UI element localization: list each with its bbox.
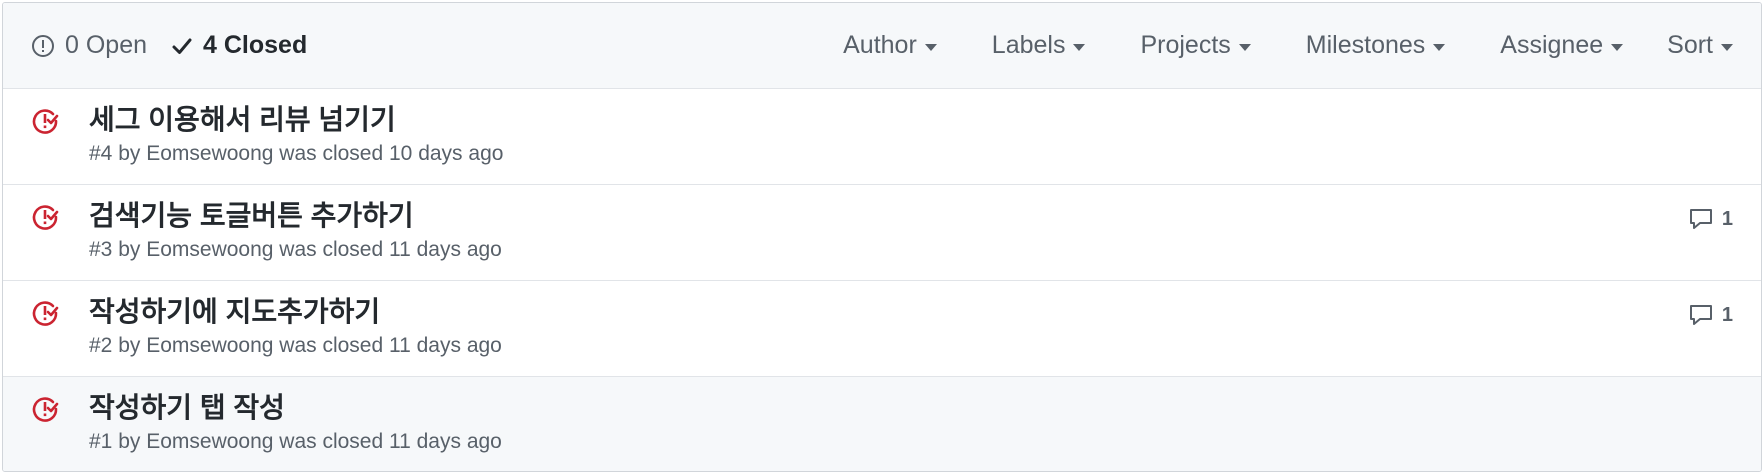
issue-closed-icon bbox=[32, 397, 59, 422]
filter-labels[interactable]: Labels bbox=[992, 31, 1086, 60]
issue-row: 작성하기에 지도추가하기 #2 by Eomsewoong was closed… bbox=[3, 281, 1761, 377]
issue-closed-icon bbox=[32, 301, 59, 326]
issue-body: 작성하기 탭 작성 #1 by Eomsewoong was closed 11… bbox=[89, 391, 502, 455]
caret-down-icon bbox=[1433, 43, 1446, 51]
comment-count: 1 bbox=[1721, 303, 1733, 326]
filter-bar: Author Labels Projects Milestones Assign… bbox=[843, 31, 1733, 60]
issue-body: 세그 이용해서 리뷰 넘기기 #4 by Eomsewoong was clos… bbox=[89, 103, 503, 167]
issue-closed-icon bbox=[32, 205, 59, 230]
issue-row: 세그 이용해서 리뷰 넘기기 #4 by Eomsewoong was clos… bbox=[3, 89, 1761, 185]
filter-milestones[interactable]: Milestones bbox=[1306, 31, 1446, 60]
state-toggle: 0 Open 4 Closed bbox=[31, 31, 307, 60]
issue-title-link[interactable]: 작성하기 탭 작성 bbox=[89, 391, 502, 425]
issue-meta: #1 by Eomsewoong was closed 11 days ago bbox=[89, 430, 502, 453]
filter-sort-label: Sort bbox=[1667, 31, 1713, 59]
filter-sort[interactable]: Sort bbox=[1667, 31, 1733, 60]
caret-down-icon bbox=[1721, 43, 1733, 51]
issue-opened-icon bbox=[32, 34, 54, 57]
open-issues-link[interactable]: 0 Open bbox=[31, 31, 147, 60]
filter-projects[interactable]: Projects bbox=[1140, 31, 1251, 60]
issue-row: 작성하기 탭 작성 #1 by Eomsewoong was closed 11… bbox=[3, 377, 1761, 471]
comment-count: 1 bbox=[1721, 207, 1733, 230]
closed-issues-link[interactable]: 4 Closed bbox=[171, 31, 307, 60]
filter-milestones-label: Milestones bbox=[1305, 31, 1426, 59]
comment-icon bbox=[1689, 305, 1712, 325]
issue-body: 검색기능 토글버튼 추가하기 #3 by Eomsewoong was clos… bbox=[89, 199, 502, 263]
caret-down-icon bbox=[1238, 43, 1251, 51]
closed-issues-label: 4 Closed bbox=[203, 31, 308, 59]
comments-link[interactable]: 1 bbox=[1688, 303, 1733, 327]
filter-author[interactable]: Author bbox=[843, 31, 937, 60]
caret-down-icon bbox=[924, 43, 937, 51]
issue-meta: #4 by Eomsewoong was closed 10 days ago bbox=[89, 142, 504, 165]
filter-labels-label: Labels bbox=[991, 31, 1066, 59]
filter-assignee[interactable]: Assignee bbox=[1500, 31, 1624, 60]
caret-down-icon bbox=[1073, 43, 1086, 51]
issue-title-link[interactable]: 세그 이용해서 리뷰 넘기기 bbox=[89, 103, 503, 137]
issue-body: 작성하기에 지도추가하기 #2 by Eomsewoong was closed… bbox=[89, 295, 502, 359]
issue-closed-icon bbox=[32, 109, 59, 134]
issues-header: 0 Open 4 Closed Author Labels Projects M… bbox=[3, 3, 1761, 89]
open-issues-label: 0 Open bbox=[65, 31, 148, 59]
issue-meta: #2 by Eomsewoong was closed 11 days ago bbox=[89, 334, 502, 357]
issue-meta: #3 by Eomsewoong was closed 11 days ago bbox=[89, 238, 502, 261]
filter-author-label: Author bbox=[843, 31, 917, 59]
caret-down-icon bbox=[1611, 43, 1624, 51]
issues-box: 0 Open 4 Closed Author Labels Projects M… bbox=[2, 2, 1762, 472]
comment-icon bbox=[1689, 209, 1712, 229]
filter-assignee-label: Assignee bbox=[1500, 31, 1604, 59]
issue-title-link[interactable]: 작성하기에 지도추가하기 bbox=[89, 295, 502, 329]
comments-link[interactable]: 1 bbox=[1688, 207, 1733, 231]
issue-title-link[interactable]: 검색기능 토글버튼 추가하기 bbox=[89, 199, 502, 233]
issue-row: 검색기능 토글버튼 추가하기 #3 by Eomsewoong was clos… bbox=[3, 185, 1761, 281]
check-icon bbox=[172, 38, 192, 54]
filter-projects-label: Projects bbox=[1140, 31, 1231, 59]
